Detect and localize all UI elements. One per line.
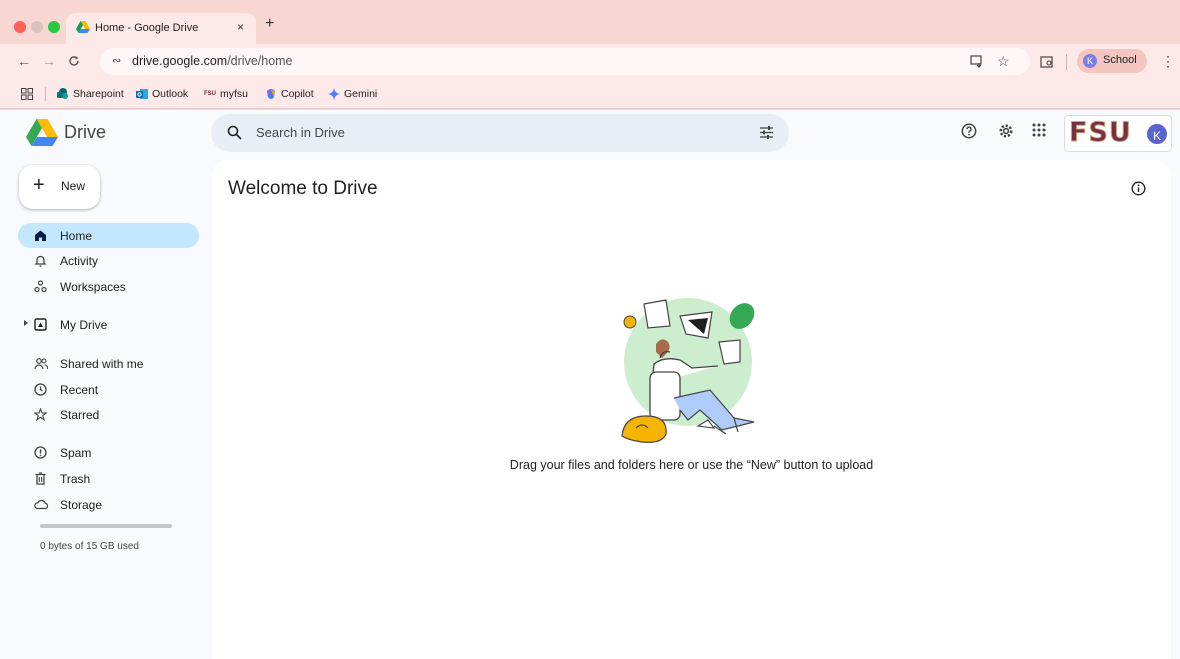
search-bar[interactable]: Search in Drive [211,114,789,152]
search-options-icon[interactable] [759,125,774,140]
search-icon[interactable] [227,125,242,140]
sidebar-item-label: Shared with me [60,357,144,371]
outlook-icon [136,89,148,99]
cloud-icon [34,499,49,510]
plus-icon: + [33,174,45,196]
my-drive-icon [34,318,47,331]
install-app-icon[interactable] [970,55,984,68]
bookmark-label: Outlook [152,88,189,100]
browser-menu-icon[interactable]: ⋮ [1161,54,1175,68]
sidebar-item-label: My Drive [60,318,108,332]
workspaces-icon [34,280,47,293]
minimize-window-button[interactable] [31,21,43,33]
sidebar-item-recent[interactable]: Recent [18,377,199,402]
sidebar-item-label: Storage [60,498,103,512]
sidebar-item-trash[interactable]: Trash [18,466,199,491]
sidebar-item-my-drive[interactable]: My Drive [18,312,199,337]
url-text: drive.google.com/drive/home [132,54,293,68]
toolbar-divider [1066,54,1067,70]
expand-caret-icon[interactable] [24,320,28,326]
google-drive-favicon-icon [76,21,90,33]
sidebar-item-label: Activity [60,254,99,268]
address-bar[interactable]: ∾ drive.google.com/drive/home ☆ [100,48,1030,75]
browser-tab[interactable]: Home - Google Drive × [66,13,256,44]
tab-title: Home - Google Drive [95,22,199,34]
empty-state-illustration [621,298,755,443]
clock-icon [34,383,47,396]
main-content: Welcome to Drive Drag your files and fol… [212,160,1171,659]
url-domain: drive.google.com [132,54,228,68]
bookmark-star-icon[interactable]: ☆ [997,53,1010,70]
profile-label: School [1103,54,1137,66]
drive-title[interactable]: Drive [64,122,106,143]
browser-tab-strip: Home - Google Drive × + [0,0,1180,44]
sidebar-item-starred[interactable]: Starred [18,402,199,427]
sidebar-item-label: Trash [60,472,91,486]
trash-icon [35,472,46,485]
google-drive-logo-icon[interactable] [26,119,58,146]
bookmark-label: myfsu [220,88,249,100]
spam-icon [34,446,47,459]
bookmark-copilot[interactable]: Copilot [265,88,314,100]
maximize-window-button[interactable] [48,21,60,33]
sharepoint-icon [57,88,68,99]
info-icon[interactable] [1131,181,1146,196]
storage-usage-text: 0 bytes of 15 GB used [40,541,139,552]
star-icon [34,408,47,421]
home-icon [35,230,46,241]
bell-icon [34,255,47,267]
settings-gear-icon[interactable] [998,123,1014,139]
sidebar-item-label: Workspaces [60,280,126,294]
people-icon [34,358,48,370]
drive-app: Drive Search in Drive FSU K + New Home A… [0,110,1180,659]
new-tab-button[interactable]: + [265,15,274,33]
sidebar-item-shared-with-me[interactable]: Shared with me [18,351,199,376]
profile-avatar: K [1083,54,1097,68]
new-button-label: New [61,179,86,193]
sidebar-item-label: Recent [60,383,99,397]
sidebar-item-workspaces[interactable]: Workspaces [18,274,199,299]
bookmark-myfsu[interactable]: FSU myfsu [204,88,248,100]
back-arrow-icon[interactable]: ← [17,54,31,68]
sidebar-item-label: Starred [60,408,100,422]
tab-close-icon[interactable]: × [237,20,244,34]
bookmark-gemini[interactable]: Gemini [328,88,377,100]
copilot-icon [267,89,275,99]
bookmark-outlook[interactable]: Outlook [136,88,188,100]
sidebar-item-label: Home [60,229,93,243]
avatar: K [1145,122,1169,146]
browser-toolbar: ← → ∾ drive.google.com/drive/home ☆ K Sc… [0,44,1180,79]
sidebar-item-storage[interactable]: Storage [18,492,199,517]
bookmark-label: Copilot [281,88,314,100]
url-path: /drive/home [227,54,293,68]
close-window-button[interactable] [14,21,26,33]
google-apps-icon[interactable] [1032,123,1046,137]
new-button[interactable]: + New [19,165,100,209]
apps-grid-icon[interactable] [21,88,33,100]
fsu-icon: FSU [204,91,216,97]
reload-icon[interactable] [68,55,80,67]
gemini-icon [328,88,340,100]
sidebar-item-label: Spam [60,446,92,460]
storage-usage-bar [40,524,172,528]
search-input[interactable]: Search in Drive [256,125,345,140]
account-button[interactable]: FSU K [1064,115,1172,152]
site-info-icon[interactable]: ∾ [112,54,121,67]
bookmark-sharepoint[interactable]: Sharepoint [57,88,124,100]
page-title: Welcome to Drive [228,178,378,199]
forward-arrow-icon[interactable]: → [42,54,56,68]
bookmark-label: Gemini [344,88,378,100]
profile-button[interactable]: K School [1077,49,1147,73]
sidebar-item-home[interactable]: Home [18,223,199,248]
bookmark-label: Sharepoint [73,88,124,100]
empty-state-message: Drag your files and folders here or use … [509,458,874,472]
sidebar-item-activity[interactable]: Activity [18,248,199,273]
bookmarks-bar: Sharepoint Outlook FSU myfsu Copilot Gem… [0,79,1180,109]
reading-list-icon[interactable] [1040,56,1054,68]
bookmarks-divider [45,87,46,101]
help-icon[interactable] [961,123,977,139]
sidebar-item-spam[interactable]: Spam [18,440,199,465]
fsu-logo: FSU [1069,117,1132,149]
